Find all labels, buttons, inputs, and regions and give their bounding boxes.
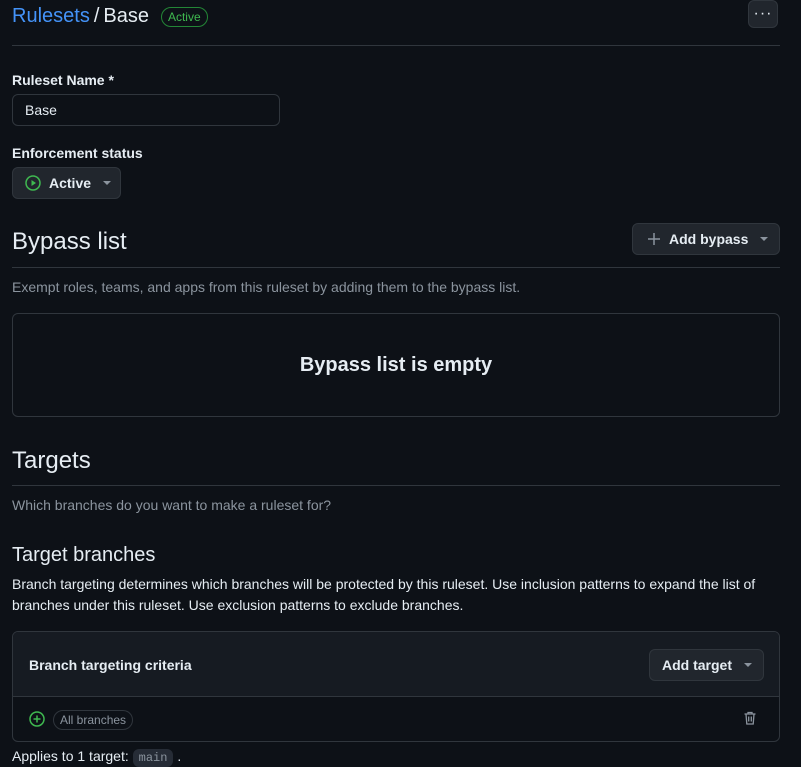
- ruleset-name-input[interactable]: [12, 94, 280, 126]
- page-title: Rulesets / Base Active: [12, 5, 208, 28]
- list-item: All branches: [13, 697, 779, 741]
- add-bypass-button[interactable]: Add bypass: [632, 223, 780, 255]
- header-divider: [12, 45, 780, 46]
- breadcrumb-separator: /: [93, 5, 100, 27]
- branch-targeting-header: Branch targeting criteria Add target: [13, 632, 779, 697]
- all-branches-chip: All branches: [53, 710, 134, 730]
- enforcement-status-label: Enforcement status: [12, 145, 143, 161]
- applies-to-summary: Applies to 1 target: main .: [12, 748, 181, 767]
- plus-circle-icon: [29, 711, 45, 727]
- bypass-list-heading: Bypass list: [12, 228, 127, 255]
- targets-divider: [12, 485, 780, 486]
- applies-to-code: main: [132, 749, 174, 767]
- kebab-horizontal-icon: ···: [753, 5, 773, 22]
- add-bypass-label: Add bypass: [669, 231, 749, 247]
- bypass-empty-message: Bypass list is empty: [299, 353, 493, 376]
- targets-heading: Targets: [12, 447, 91, 474]
- breadcrumb-rulesets-link[interactable]: Rulesets: [12, 5, 90, 28]
- enforcement-status-dropdown[interactable]: Active: [12, 167, 121, 199]
- target-branches-heading: Target branches: [12, 544, 156, 566]
- targets-description: Which branches do you want to make a rul…: [12, 497, 332, 513]
- chevron-down-icon: [744, 663, 752, 667]
- play-circle-icon: [25, 175, 41, 191]
- target-branches-description: Branch targeting determines which branch…: [12, 576, 756, 613]
- ruleset-name-label: Ruleset Name *: [12, 72, 114, 88]
- bypass-divider: [12, 267, 780, 268]
- plus-icon: [647, 232, 661, 246]
- chevron-down-icon: [760, 237, 769, 241]
- bypass-empty-state: Bypass list is empty: [12, 313, 780, 417]
- enforcement-status-value: Active: [49, 175, 92, 191]
- bypass-description: Exempt roles, teams, and apps from this …: [12, 279, 521, 295]
- chevron-down-icon: [103, 181, 112, 185]
- trash-icon[interactable]: [742, 710, 758, 726]
- status-badge: Active: [160, 6, 208, 27]
- breadcrumb-current: Base: [103, 5, 149, 27]
- add-target-button[interactable]: Add target: [649, 649, 764, 681]
- branch-targeting-title: Branch targeting criteria: [29, 657, 192, 673]
- add-target-label: Add target: [662, 657, 732, 673]
- branch-targeting-panel: Branch targeting criteria Add target All…: [12, 631, 780, 742]
- more-options-button[interactable]: ···: [748, 0, 778, 28]
